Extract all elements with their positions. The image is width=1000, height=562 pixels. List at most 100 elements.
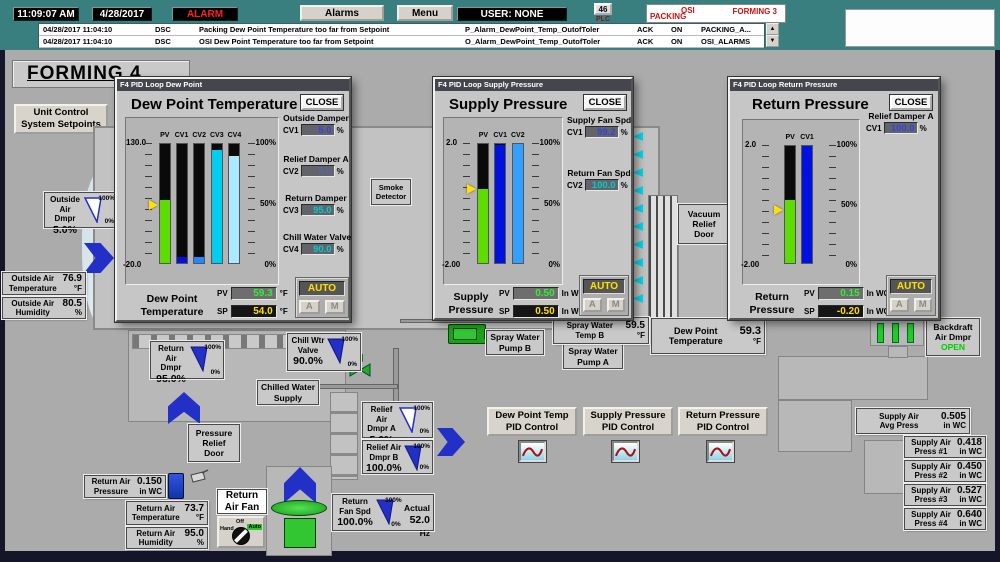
scroll-up-icon[interactable]: ▲	[766, 23, 779, 35]
flow-sensor-icon	[187, 469, 209, 487]
bar-label: PV	[160, 132, 169, 143]
alarm-timestamp: 04/28/2017 11:04:10	[39, 37, 151, 46]
popup-title: Return Pressure	[752, 96, 869, 113]
close-button[interactable]: CLOSE	[584, 95, 626, 110]
auto-manual-control: AUTO A M	[579, 275, 629, 316]
equipment-block	[864, 440, 904, 494]
popup-title: Dew Point Temperature	[131, 96, 297, 113]
popup-titlebar[interactable]: F4 PID Loop Supply Pressure	[435, 79, 631, 91]
sp-value[interactable]: -0.20	[818, 305, 864, 318]
gauge-bar-pv	[477, 143, 489, 264]
cv-readout-list: Outside DamperCV15.0%Relief Damper ACV25…	[283, 113, 349, 255]
cv-label: Chill Water Valve	[283, 232, 349, 242]
return-air-humidity-readout: Return AirHumidity 95.0%	[126, 527, 208, 549]
spray-water-pump-a-label: Spray Water Pump A	[563, 344, 623, 369]
bar-label: CV1	[175, 132, 189, 143]
cv-label: Return Fan Spd	[567, 168, 631, 178]
supply-air-press-1-readout: Supply AirPress #1 0.418in WC	[904, 436, 986, 458]
equipment-block	[778, 400, 852, 452]
auto-button[interactable]: A	[890, 298, 909, 312]
return-air-fan-label: Return Air Fan	[217, 489, 267, 514]
sp-value[interactable]: 54.0	[231, 305, 277, 318]
setpoint-pointer-icon[interactable]	[774, 205, 788, 215]
dew-point-pid-button[interactable]: Dew Point TempPID Control	[487, 407, 577, 436]
alarm-tag: O_Alarm_DewPoint_Temp_OutofToler	[461, 37, 633, 46]
spray-water-pump-b-label: Spray Water Pump B	[486, 330, 544, 355]
backdraft-louver-blade	[892, 323, 899, 343]
supply-air-avg-press-readout: Supply AirAvg Press 0.505in WC	[856, 408, 970, 434]
pv-row: PV0.50In WC	[499, 287, 584, 300]
relief-air-damper-a-indicator: Relief AirDmpr A5.0% 100%0%	[362, 402, 433, 438]
bar-label: CV4	[228, 132, 242, 143]
alarm-scrollbar: ▲ ▼	[766, 23, 779, 48]
alarm-timestamp: 04/28/2017 11:04:10	[39, 25, 151, 34]
pressure-transmitter-icon	[168, 473, 184, 499]
scroll-down-icon[interactable]: ▼	[766, 35, 779, 47]
manual-button[interactable]: M	[607, 298, 626, 312]
auto-button[interactable]: A	[299, 300, 320, 314]
auto-manual-control: AUTO A M	[295, 277, 349, 318]
setpoint-pointer-icon[interactable]	[149, 200, 163, 210]
spray-water-temp-b-readout: Spray WaterTemp B 59.5°F	[553, 317, 649, 344]
auto-mode-indicator[interactable]: AUTO	[583, 279, 625, 294]
loop-name: Dew PointTemperature	[129, 293, 215, 319]
pv-row: PV59.3°F	[217, 287, 288, 300]
relief-air-damper-b-indicator: Relief AirDmpr B100.0% 100%0%	[362, 440, 433, 474]
setpoint-pointer-icon[interactable]	[467, 184, 481, 194]
auto-mode-indicator[interactable]: AUTO	[299, 281, 345, 296]
auto-mode-indicator[interactable]: AUTO	[890, 279, 932, 294]
cv-label: Return Damper	[283, 193, 349, 203]
alarm-group: PACKING_A...	[697, 25, 764, 34]
alarm-row[interactable]: 04/28/2017 11:04:10 DSC OSI Dew Point Te…	[39, 36, 764, 48]
chilled-water-pipe	[318, 384, 398, 389]
gauge-bar-cv3	[211, 143, 223, 264]
supply-pressure-pid-button[interactable]: Supply PressurePID Control	[583, 407, 673, 436]
osi-packing-status: OSI PACKING FORMING 3	[646, 4, 786, 23]
cv-value: 100.0	[585, 179, 619, 191]
return-air-fan-icon[interactable]	[271, 500, 327, 516]
gauge-bar-pv	[784, 145, 796, 264]
gauge-bar-cv2	[193, 143, 205, 264]
manual-button[interactable]: M	[325, 300, 346, 314]
pid-bar-chart: 2.0 -2.00 100% 50% 0% PVCV1CV2	[443, 117, 563, 285]
bar-label: CV1	[800, 134, 814, 145]
sp-value[interactable]: 0.50	[513, 305, 559, 318]
auto-button[interactable]: A	[583, 298, 602, 312]
smoke-detector-label: Smoke Detector	[371, 179, 411, 205]
trend-chart-icon[interactable]	[519, 441, 546, 462]
return-air-damper-indicator: ReturnAir Dmpr95.0% 100%0%	[150, 341, 224, 379]
close-button[interactable]: CLOSE	[890, 95, 932, 110]
alarms-button[interactable]: Alarms	[300, 5, 384, 21]
cv-value: 100.0	[884, 122, 918, 134]
backdraft-louver-blade	[907, 323, 914, 343]
switch-knob-icon[interactable]	[232, 527, 250, 545]
alarm-source: DSC	[151, 25, 195, 34]
outside-air-damper-indicator: OutsideAir Dmpr5.0% 100%0%	[44, 192, 118, 228]
cv-label: Relief Damper A	[283, 154, 349, 164]
spray-water-pump-b-icon[interactable]	[448, 324, 486, 344]
cv-value: 95.0	[301, 204, 335, 216]
trend-chart-icon[interactable]	[612, 441, 639, 462]
sp-row: SP-0.20In WC	[804, 305, 889, 318]
pv-value: 59.3	[231, 287, 277, 300]
gauge-bar-cv1	[494, 143, 506, 264]
outside-air-humidity-readout: Outside AirHumidity 80.5%	[2, 297, 86, 319]
menu-button[interactable]: Menu	[397, 5, 453, 21]
cv-value: 90.0	[301, 243, 335, 255]
alarm-row[interactable]: 04/28/2017 11:04:10 DSC Packing Dew Poin…	[39, 24, 764, 36]
bar-label: CV2	[511, 132, 525, 143]
hand-off-auto-switch[interactable]: Hand Off Auto	[217, 516, 265, 548]
hmi-screen: 11:09:07 AM 4/28/2017 ALARM Alarms Menu …	[0, 0, 1000, 562]
cv-readout-list: Relief Damper ACV1100.0%	[866, 111, 936, 134]
loop-name: SupplyPressure	[443, 291, 499, 317]
popup-titlebar[interactable]: F4 PID Loop Dew Point	[117, 79, 349, 91]
manual-button[interactable]: M	[914, 298, 933, 312]
return-pressure-pid-button[interactable]: Return PressurePID Control	[678, 407, 768, 436]
backdraft-louver-blade	[877, 323, 884, 343]
cv-label: Outside Damper	[283, 113, 349, 123]
trend-chart-icon[interactable]	[707, 441, 734, 462]
popup-titlebar[interactable]: F4 PID Loop Return Pressure	[730, 79, 938, 91]
dew-point-temp-readout: Dew PointTemperature 59.3°F	[651, 318, 765, 354]
cv-label: Relief Damper A	[866, 111, 936, 121]
close-button[interactable]: CLOSE	[301, 95, 343, 110]
